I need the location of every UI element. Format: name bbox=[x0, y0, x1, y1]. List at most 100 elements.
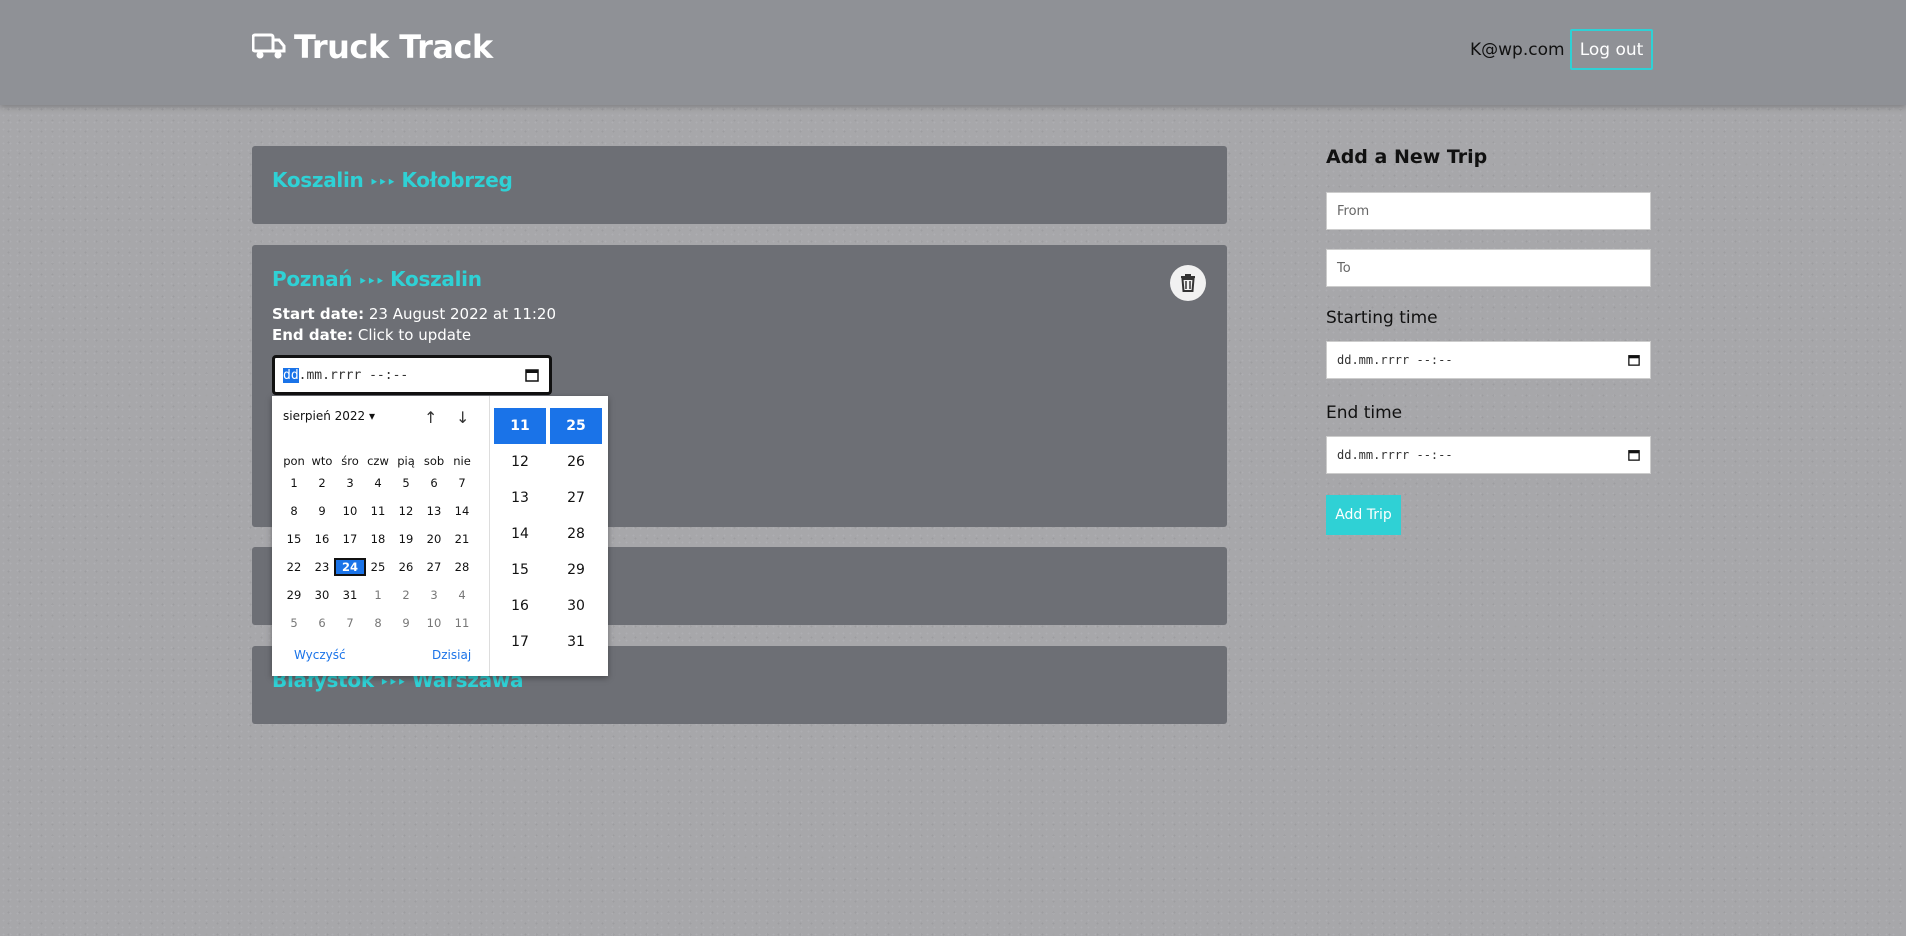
calendar-day[interactable]: 3 bbox=[420, 588, 448, 602]
calendar-week: 8 9 10 11 12 13 14 bbox=[280, 504, 476, 518]
calendar-day[interactable]: 8 bbox=[364, 616, 392, 630]
hour-option[interactable]: 15 bbox=[494, 552, 546, 588]
trip-card[interactable]: Koszalin ‣‣‣ Kołobrzeg bbox=[252, 146, 1227, 224]
end-time-input[interactable]: dd.mm.rrrr --:-- bbox=[1326, 436, 1651, 474]
add-trip-title: Add a New Trip bbox=[1326, 146, 1488, 168]
calendar-day[interactable]: 5 bbox=[280, 616, 308, 630]
logout-button[interactable]: Log out bbox=[1570, 29, 1653, 70]
app-logo[interactable]: Truck Track bbox=[252, 28, 493, 66]
top-header: Truck Track K@wp.com Log out bbox=[0, 0, 1906, 105]
calendar-day[interactable]: 25 bbox=[364, 560, 392, 574]
calendar-day[interactable]: 4 bbox=[364, 476, 392, 490]
weekday: nie bbox=[453, 454, 471, 468]
calendar-day[interactable]: 7 bbox=[336, 616, 364, 630]
app-name: Truck Track bbox=[294, 28, 493, 66]
route-arrow-icon: ‣‣‣ bbox=[369, 175, 396, 191]
calendar-day[interactable]: 20 bbox=[420, 532, 448, 546]
minute-option[interactable]: 29 bbox=[550, 552, 602, 588]
calendar-day[interactable]: 31 bbox=[336, 588, 364, 602]
start-date-label: Start date: bbox=[272, 305, 365, 323]
calendar-day[interactable]: 19 bbox=[392, 532, 420, 546]
hour-option[interactable]: 17 bbox=[494, 624, 546, 660]
calendar-icon[interactable] bbox=[525, 368, 539, 382]
calendar-day[interactable]: 6 bbox=[308, 616, 336, 630]
calendar-day[interactable]: 30 bbox=[308, 588, 336, 602]
calendar-day[interactable]: 9 bbox=[308, 504, 336, 518]
truck-icon bbox=[252, 33, 286, 59]
calendar-day[interactable]: 1 bbox=[280, 476, 308, 490]
hour-option[interactable]: 14 bbox=[494, 516, 546, 552]
minute-option[interactable]: 31 bbox=[550, 624, 602, 660]
to-input[interactable]: To bbox=[1326, 249, 1651, 287]
calendar-day[interactable]: 5 bbox=[392, 476, 420, 490]
calendar-day[interactable]: 3 bbox=[336, 476, 364, 490]
calendar-day[interactable]: 11 bbox=[364, 504, 392, 518]
hour-option[interactable]: 12 bbox=[494, 444, 546, 480]
minute-option[interactable]: 30 bbox=[550, 588, 602, 624]
minute-option[interactable]: 25 bbox=[550, 408, 602, 444]
calendar-day[interactable]: 12 bbox=[392, 504, 420, 518]
trip-title[interactable]: Koszalin ‣‣‣ Kołobrzeg bbox=[272, 168, 513, 192]
calendar-icon[interactable] bbox=[1628, 449, 1640, 461]
date-rest-segment[interactable]: .mm.rrrr --:-- bbox=[299, 368, 409, 383]
calendar-day[interactable]: 17 bbox=[336, 532, 364, 546]
end-date-row[interactable]: End date: Click to update bbox=[272, 326, 471, 344]
next-month-arrow-icon[interactable]: ↓ bbox=[456, 408, 469, 427]
end-date-value[interactable]: Click to update bbox=[358, 326, 471, 344]
calendar-week: 5 6 7 8 9 10 11 bbox=[280, 616, 476, 630]
calendar-day[interactable]: 21 bbox=[448, 532, 476, 546]
minute-option[interactable]: 26 bbox=[550, 444, 602, 480]
time-panel: 11 12 13 14 15 16 17 25 26 27 28 29 30 31 bbox=[490, 396, 608, 676]
calendar-day[interactable]: 26 bbox=[392, 560, 420, 574]
weekday: śro bbox=[341, 454, 359, 468]
calendar-day[interactable]: 10 bbox=[336, 504, 364, 518]
weekday: pon bbox=[283, 454, 305, 468]
weekday: czw bbox=[367, 454, 389, 468]
calendar-day[interactable]: 10 bbox=[420, 616, 448, 630]
calendar-day[interactable]: 15 bbox=[280, 532, 308, 546]
calendar-day[interactable]: 28 bbox=[448, 560, 476, 574]
datetime-picker[interactable]: sierpień 2022 ▾ ↑ ↓ pon wto śro czw pią … bbox=[272, 396, 608, 676]
prev-month-arrow-icon[interactable]: ↑ bbox=[424, 408, 437, 427]
calendar-day[interactable]: 11 bbox=[448, 616, 476, 630]
calendar-day[interactable]: 2 bbox=[392, 588, 420, 602]
calendar-day[interactable]: 23 bbox=[308, 560, 336, 574]
calendar-day[interactable]: 2 bbox=[308, 476, 336, 490]
month-select[interactable]: sierpień 2022 ▾ bbox=[283, 409, 375, 423]
calendar-day[interactable]: 18 bbox=[364, 532, 392, 546]
hour-column[interactable]: 11 12 13 14 15 16 17 bbox=[494, 408, 546, 660]
calendar-day[interactable]: 9 bbox=[392, 616, 420, 630]
weekday: wto bbox=[311, 454, 333, 468]
calendar-day[interactable]: 24 bbox=[334, 558, 366, 576]
calendar-panel: sierpień 2022 ▾ ↑ ↓ pon wto śro czw pią … bbox=[272, 396, 490, 676]
hour-option[interactable]: 11 bbox=[494, 408, 546, 444]
calendar-day[interactable]: 27 bbox=[420, 560, 448, 574]
hour-option[interactable]: 16 bbox=[494, 588, 546, 624]
calendar-day[interactable]: 14 bbox=[448, 504, 476, 518]
hour-option[interactable]: 13 bbox=[494, 480, 546, 516]
trip-title[interactable]: Poznań ‣‣‣ Koszalin bbox=[272, 267, 482, 291]
minute-option[interactable]: 28 bbox=[550, 516, 602, 552]
clear-button[interactable]: Wyczyść bbox=[294, 648, 346, 662]
calendar-week: 29 30 31 1 2 3 4 bbox=[280, 588, 476, 602]
delete-trip-button[interactable] bbox=[1170, 265, 1206, 301]
calendar-day[interactable]: 13 bbox=[420, 504, 448, 518]
calendar-day[interactable]: 22 bbox=[280, 560, 308, 574]
calendar-day[interactable]: 4 bbox=[448, 588, 476, 602]
calendar-day[interactable]: 8 bbox=[280, 504, 308, 518]
add-trip-button[interactable]: Add Trip bbox=[1326, 495, 1401, 535]
calendar-day[interactable]: 29 bbox=[280, 588, 308, 602]
from-input[interactable]: From bbox=[1326, 192, 1651, 230]
calendar-day[interactable]: 1 bbox=[364, 588, 392, 602]
end-date-input[interactable]: dd .mm.rrrr --:-- bbox=[272, 355, 552, 395]
day-segment[interactable]: dd bbox=[283, 367, 299, 383]
today-button[interactable]: Dzisiaj bbox=[432, 648, 471, 662]
calendar-day[interactable]: 16 bbox=[308, 532, 336, 546]
calendar-day[interactable]: 6 bbox=[420, 476, 448, 490]
calendar-icon[interactable] bbox=[1628, 354, 1640, 366]
starting-time-input[interactable]: dd.mm.rrrr --:-- bbox=[1326, 341, 1651, 379]
minute-option[interactable]: 27 bbox=[550, 480, 602, 516]
calendar-day[interactable]: 7 bbox=[448, 476, 476, 490]
minute-column[interactable]: 25 26 27 28 29 30 31 bbox=[550, 408, 602, 660]
trip-to: Koszalin bbox=[390, 267, 482, 291]
